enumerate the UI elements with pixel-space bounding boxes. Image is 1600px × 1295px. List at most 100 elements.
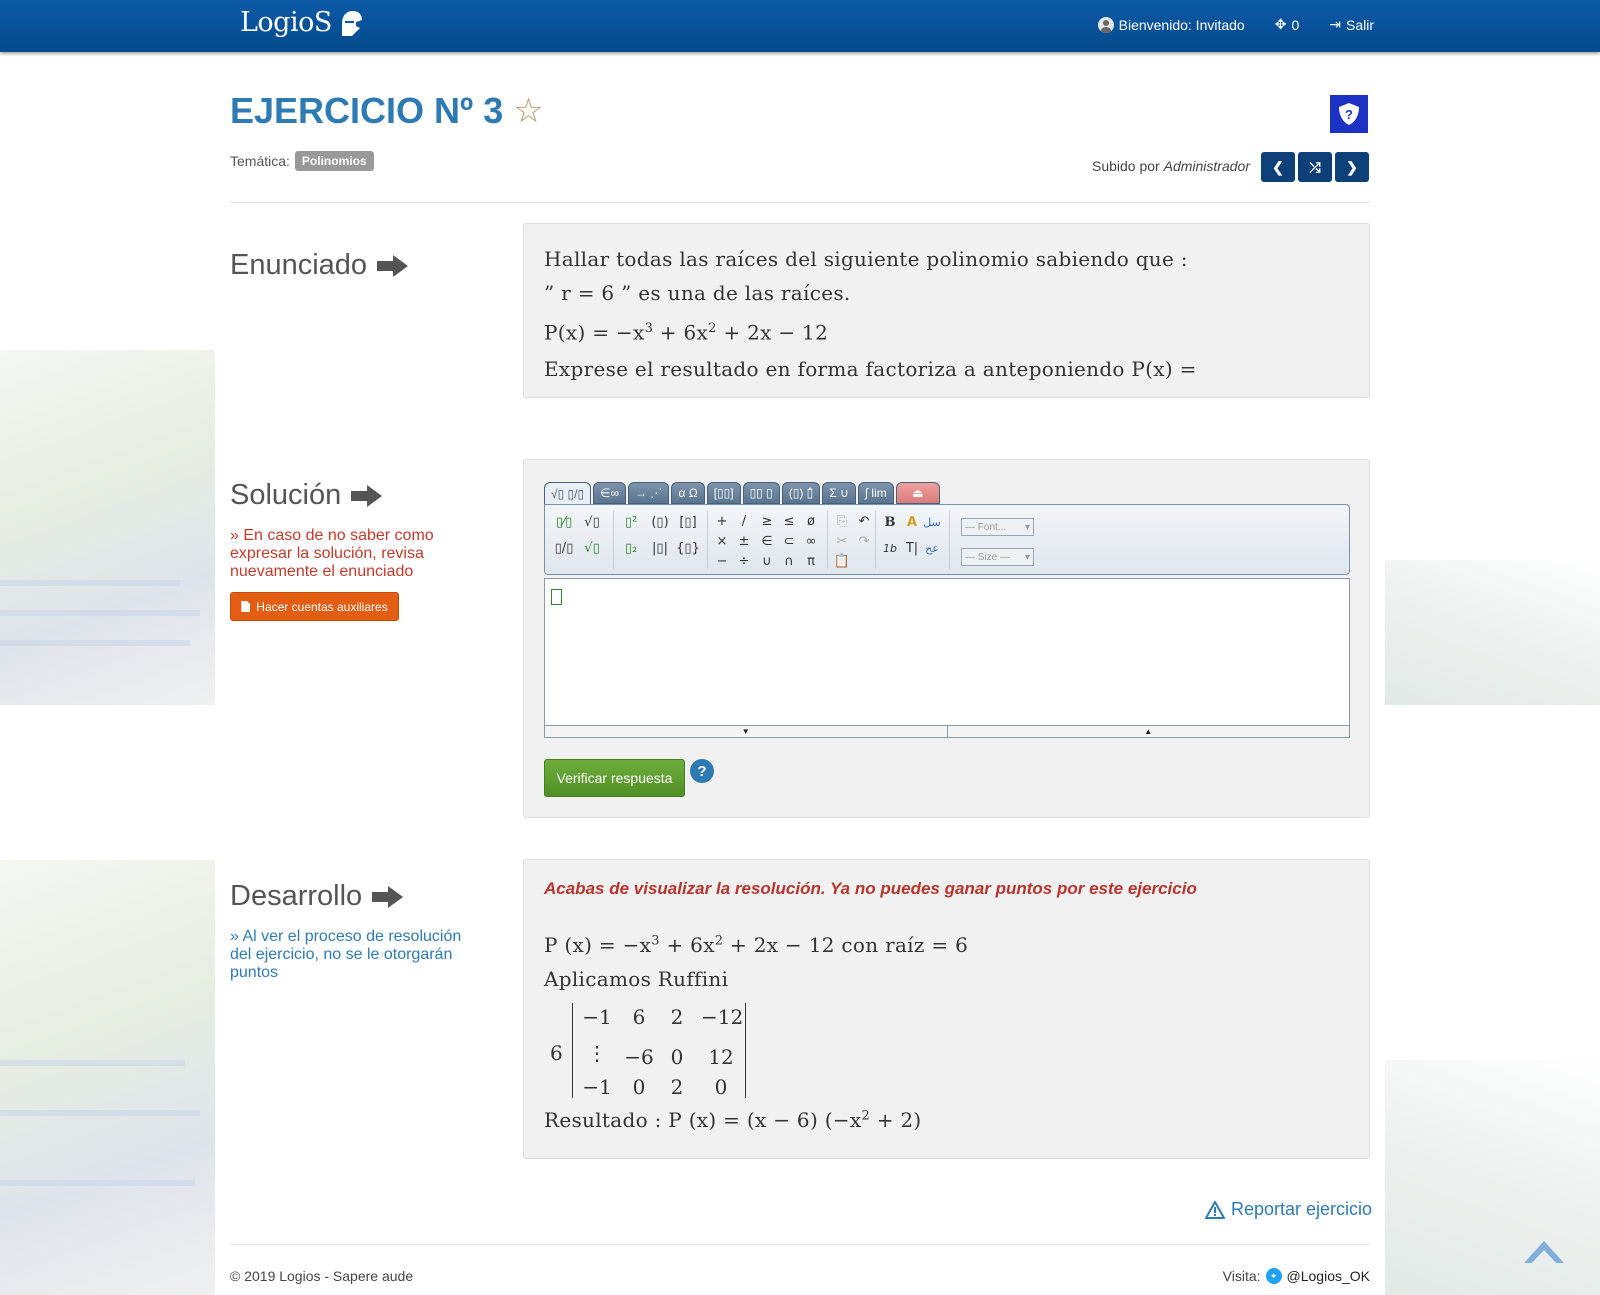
ruffini-cell: −12 [701,1005,744,1029]
rtl-text-icon[interactable]: سل [921,511,943,533]
previous-exercise-button[interactable]: ❮ [1261,152,1295,182]
expr-part: + 2x − 12 con raíz = 6 [723,933,969,957]
tab-calculus[interactable]: ∫ lim [857,482,894,504]
welcome-user[interactable]: Bienvenido: Invitado [1097,16,1245,33]
bold-icon[interactable]: B [879,511,901,533]
ruffini-cell: 2 [670,1075,684,1099]
section-desarrollo: Desarrollo [230,880,404,913]
divide-icon[interactable]: ÷ [733,551,755,571]
toolbar-group-scripts: ▯² ▯₂ [620,511,642,559]
points-value: 0 [1291,16,1300,33]
tab-brackets[interactable]: (▯) ▯̂ [781,482,821,504]
cut-icon[interactable]: ✂ [831,531,853,551]
times-icon[interactable]: × [711,531,733,551]
tab-clear[interactable]: ⏏ [895,482,940,504]
random-exercise-button[interactable]: ⤮ [1298,152,1332,182]
background-books-decoration [0,860,215,1295]
minus-icon[interactable]: − [711,551,733,571]
plus-icon[interactable]: + [711,511,733,531]
divider [230,1244,1370,1245]
section-solucion: Solución [230,479,383,512]
ruffini-cell: 0 [632,1075,646,1099]
superscript-icon[interactable]: ▯² [620,511,642,533]
subset-icon[interactable]: ⊂ [778,531,800,551]
rtl-math-icon[interactable]: عح [921,537,943,559]
absolute-value-icon[interactable]: |▯| [649,537,671,559]
chevron-down-icon: ▾ [1024,521,1030,533]
arrow-right-icon [377,254,409,277]
tab-greek[interactable]: α Ω [671,482,705,504]
statement-line: Exprese el resultado en forma factoriza … [544,356,1197,381]
math-editor-input[interactable] [544,578,1350,726]
greater-equal-icon[interactable]: ≥ [756,511,778,531]
italic-number-icon[interactable]: 1b [879,537,901,559]
auxiliary-calculations-label: Hacer cuentas auxiliares [256,599,388,614]
undo-icon[interactable]: ↶ [853,511,875,531]
report-exercise-link[interactable]: Reportar ejercicio [1205,1199,1372,1220]
tab-roots-fractions[interactable]: √▯ ▯/▯ [544,482,592,504]
bevelled-fraction-icon[interactable]: ▯/▯ [553,537,575,559]
square-root-icon[interactable]: √▯ [581,511,603,533]
next-exercise-button[interactable]: ❯ [1335,152,1369,182]
uploaded-by: Subido por Administrador [1092,158,1250,174]
verify-answer-button[interactable]: Verificar respuesta [544,759,685,797]
redo-icon[interactable]: ↷ [853,531,875,551]
font-select[interactable]: — Font... ▾ [961,518,1034,536]
development-result: Resultado : P (x) = (x − 6) (−x2 + 2) [544,1108,922,1132]
divider [230,202,1370,203]
pi-icon[interactable]: π [800,551,822,571]
less-equal-icon[interactable]: ≤ [778,511,800,531]
triangle-down-icon: ▼ [741,727,750,736]
empty-set-icon[interactable]: ø [800,511,822,531]
development-note: » Al ver el proceso de resolución del ej… [230,928,462,981]
expr-part: + 2x − 12 [716,320,829,345]
chevron-right-icon: ❯ [1346,158,1358,175]
intersection-icon[interactable]: ∩ [778,551,800,571]
exponent: 3 [644,321,654,336]
exercise-navigation: ❮ ⤮ ❯ [1261,152,1369,182]
subscript-icon[interactable]: ▯₂ [620,537,642,559]
shrink-editor-button[interactable]: ▲ [946,726,1350,737]
chevron-down-icon: ▾ [1024,551,1030,563]
toolbar-group-rtl: سل عح [921,511,943,559]
tab-arrows[interactable]: → ⋰ [628,482,670,504]
topic-tag[interactable]: Polinomios [294,151,374,171]
tab-sets-infinity[interactable]: ∈∞ [593,482,627,504]
square-brackets-icon[interactable]: [▯] [677,511,699,533]
twitter-link[interactable]: @Logios_OK [1287,1268,1370,1284]
welcome-text: Bienvenido: Invitado [1118,16,1245,33]
tab-scripts[interactable]: ▯▯ ▯ [742,482,780,504]
union-icon[interactable]: ∪ [756,551,778,571]
page-title: EJERCICIO Nº 3 ☆ [230,90,544,132]
topic-label: Temática: [230,153,290,169]
copy-icon[interactable]: ⎘ [831,511,853,531]
curly-braces-icon[interactable]: {▯} [676,537,700,559]
tab-sums[interactable]: Σ ∪ [822,482,856,504]
hint-badge-button[interactable]: ? [1330,95,1368,133]
auxiliary-calculations-button[interactable]: Hacer cuentas auxiliares [230,592,399,621]
text-color-icon[interactable]: A [901,511,923,533]
help-question-icon[interactable]: ? [690,759,714,783]
expand-editor-button[interactable]: ▼ [545,726,947,737]
logo[interactable]: LogioS [240,7,364,38]
slash-icon[interactable]: / [733,511,755,531]
shuffle-icon: ⤮ [1309,158,1321,175]
element-of-icon[interactable]: ∈ [756,531,778,551]
back-to-top-icon[interactable] [1520,1233,1568,1267]
paste-icon[interactable]: 📋 [831,551,853,571]
tab-matrices[interactable]: [▯▯] [706,482,741,504]
expr-part: + 6x [653,320,709,345]
plus-minus-icon[interactable]: ± [733,531,755,551]
chevron-left-icon: ❮ [1272,158,1284,175]
section-desarrollo-label: Desarrollo [230,880,363,912]
logout-icon: ⇥ [1329,16,1341,32]
infinity-icon[interactable]: ∞ [800,531,822,551]
points-counter[interactable]: ✥ 0 [1275,16,1300,33]
fraction-icon[interactable]: ▯⁄▯ [553,511,575,533]
logout-link[interactable]: ⇥ Salir [1329,16,1374,33]
size-select[interactable]: — Size — ▾ [961,548,1034,566]
nth-root-icon[interactable]: √▯ [581,537,603,559]
parentheses-icon[interactable]: (▯) [649,511,671,533]
favorite-star-icon[interactable]: ☆ [513,91,543,131]
text-mode-icon[interactable]: T| [901,537,923,559]
